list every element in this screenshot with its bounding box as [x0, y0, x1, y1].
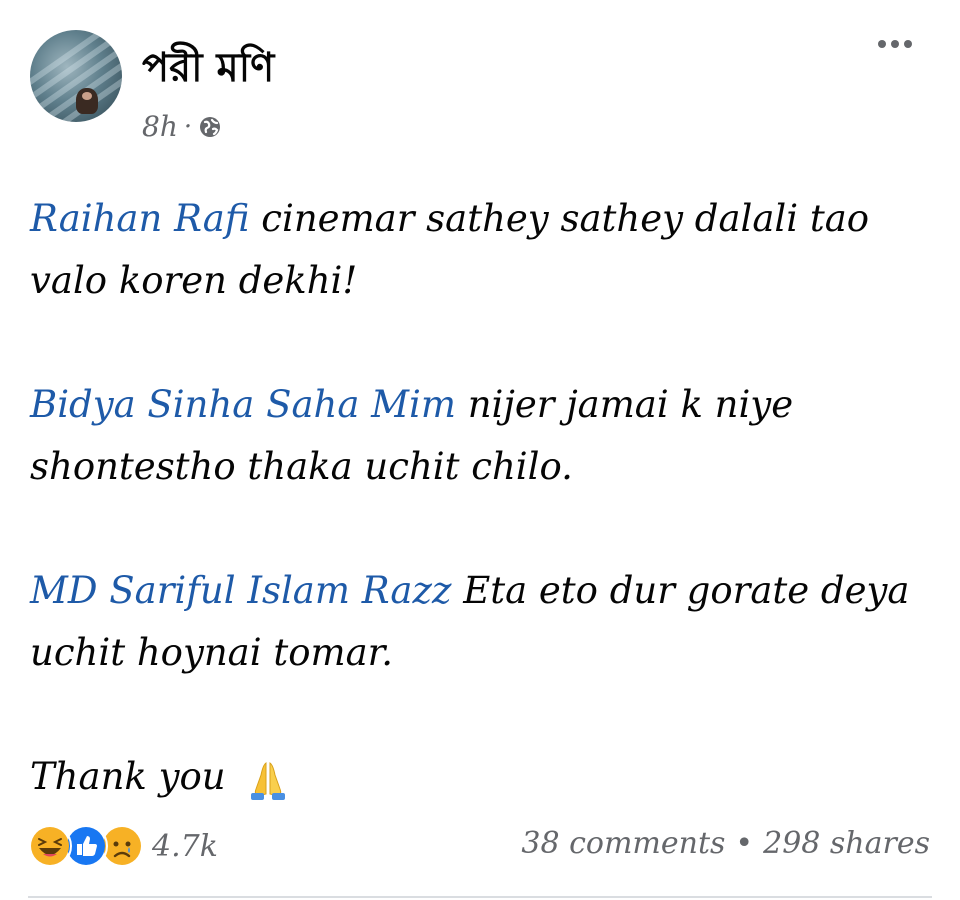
globe-icon[interactable] — [198, 115, 222, 139]
post-body: Raihan Rafi cinemar sathey sathey dalali… — [30, 188, 940, 870]
post-paragraph: MD Sariful Islam Razz Eta eto dur gorate… — [30, 560, 940, 684]
post-time[interactable]: 8h — [142, 110, 178, 143]
stats-separator: • — [735, 826, 754, 861]
divider — [28, 896, 932, 898]
more-dot — [904, 40, 912, 48]
mention-link[interactable]: Bidya Sinha Saha Mim — [30, 383, 456, 426]
folded-hands-icon — [251, 761, 286, 800]
mention-link[interactable]: MD Sariful Islam Razz — [30, 569, 451, 612]
shares-count[interactable]: 298 shares — [763, 826, 930, 861]
post-paragraph: Bidya Sinha Saha Mim nijer jamai k niye … — [30, 374, 940, 498]
more-dot — [878, 40, 886, 48]
reaction-count[interactable]: 4.7k — [152, 829, 218, 864]
comments-count[interactable]: 38 comments — [521, 826, 725, 861]
post-closing: Thank you — [30, 746, 940, 808]
closing-text: Thank you — [30, 755, 226, 798]
author-name[interactable]: পরী মণি — [142, 36, 274, 103]
more-dot — [891, 40, 899, 48]
post-paragraph: Raihan Rafi cinemar sathey sathey dalali… — [30, 188, 940, 312]
mention-link[interactable]: Raihan Rafi — [30, 197, 250, 240]
meta-separator: · — [183, 111, 193, 142]
post-meta: 8h · — [142, 110, 222, 143]
haha-icon — [28, 824, 72, 868]
more-options-button[interactable] — [878, 40, 912, 48]
engagement-stats: 38 comments • 298 shares — [521, 826, 930, 861]
facebook-post: পরী মণি 8h · Raihan Rafi cinemar sathey … — [0, 0, 960, 900]
author-avatar[interactable] — [30, 30, 122, 122]
reactions-summary[interactable]: 4.7k — [28, 824, 218, 868]
